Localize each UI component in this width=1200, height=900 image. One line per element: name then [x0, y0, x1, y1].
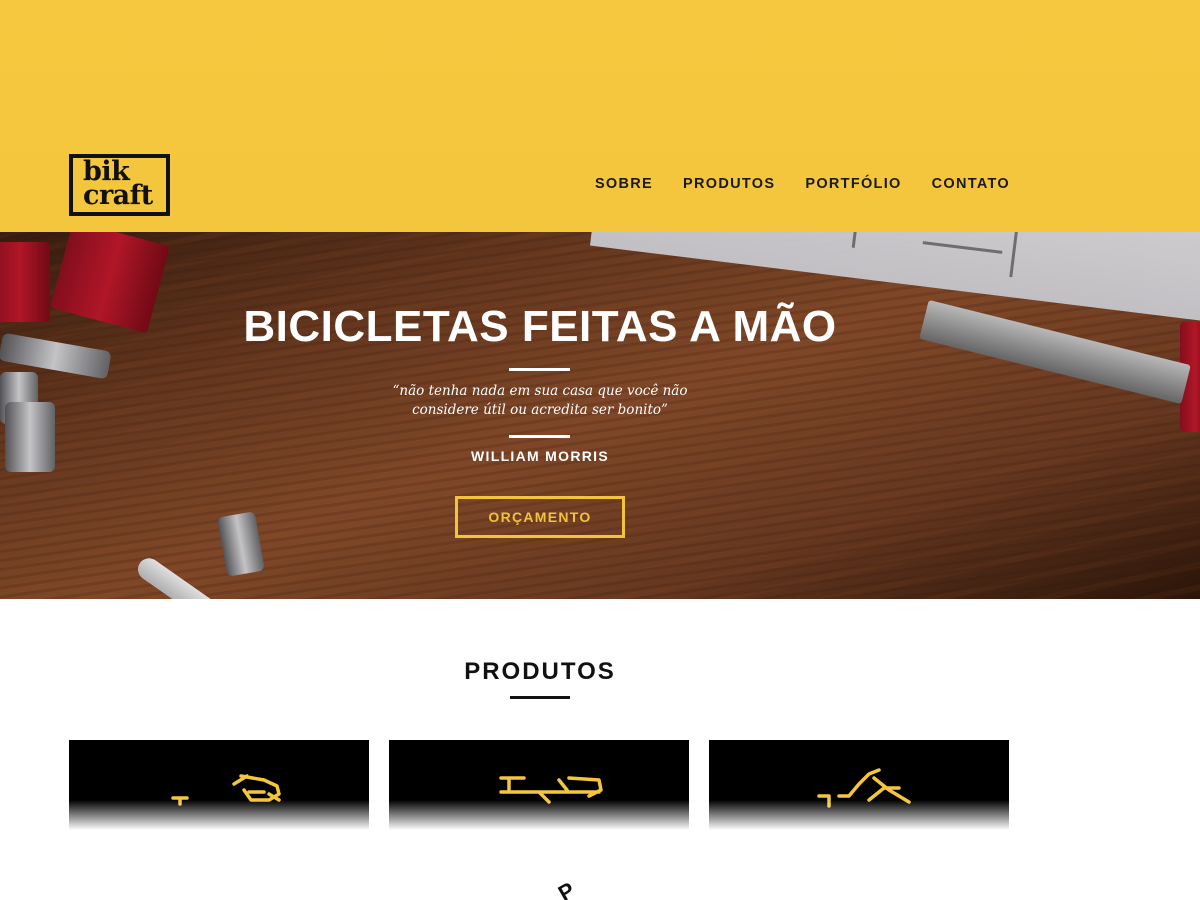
hero-author: WILLIAM MORRIS [471, 448, 609, 464]
orcamento-button[interactable]: ORÇAMENTO [455, 496, 625, 538]
bikcraft-logo[interactable]: bik craft [69, 154, 170, 216]
hero-section: BICICLETAS FEITAS A MÃO “não tenha nada … [0, 232, 1200, 599]
main-nav: SOBRE PRODUTOS PORTFÓLIO CONTATO [595, 176, 1010, 192]
nav-portfolio[interactable]: PORTFÓLIO [805, 176, 901, 192]
hero-divider [509, 368, 570, 371]
products-title: PRODUTOS [464, 658, 616, 685]
hero-quote: “não tenha nada em sua casa que você não… [392, 383, 688, 418]
products-divider [510, 696, 570, 699]
nav-contato[interactable]: CONTATO [932, 176, 1010, 192]
hero-divider [509, 435, 570, 438]
nav-sobre[interactable]: SOBRE [595, 176, 653, 192]
nav-produtos[interactable]: PRODUTOS [683, 176, 775, 192]
logo-line-2: craft [83, 180, 153, 211]
hero-title: BICICLETAS FEITAS A MÃO [243, 302, 837, 351]
site-header: bik craft SOBRE PRODUTOS PORTFÓLIO CONTA… [0, 0, 1200, 232]
